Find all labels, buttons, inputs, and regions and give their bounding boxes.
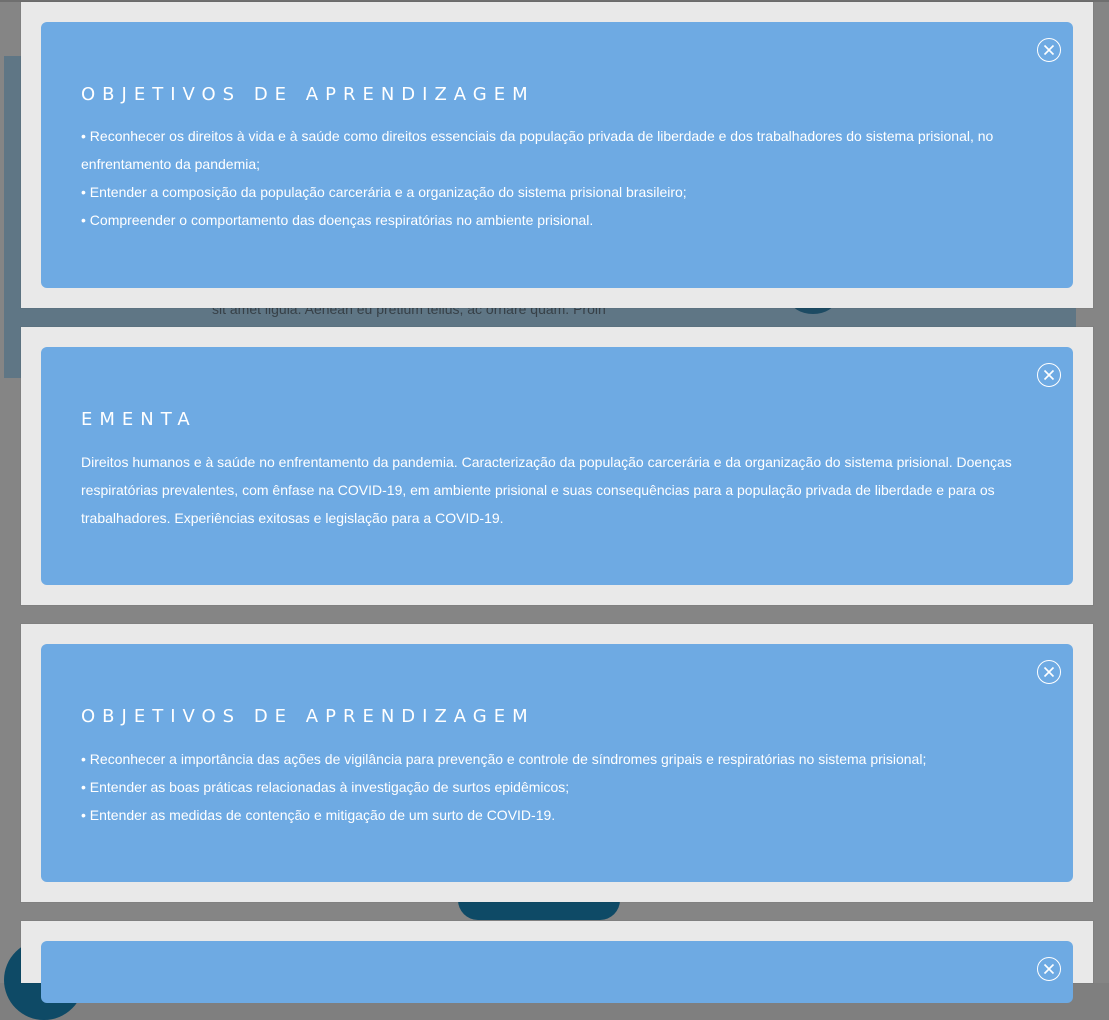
modal-panel xyxy=(41,941,1073,1003)
modal-title: OBJETIVOS DE APRENDIZAGEM xyxy=(81,84,535,105)
close-icon[interactable] xyxy=(1037,38,1061,62)
modal-title: EMENTA xyxy=(81,409,197,430)
close-icon[interactable] xyxy=(1037,660,1061,684)
objective-item: • Reconhecer a importância das ações de … xyxy=(81,751,927,767)
objective-item: • Entender as boas práticas relacionadas… xyxy=(81,779,570,795)
modal-title: OBJETIVOS DE APRENDIZAGEM xyxy=(81,706,535,727)
modal-objetivos-2: OBJETIVOS DE APRENDIZAGEM • Reconhecer a… xyxy=(21,624,1093,902)
modal-panel: EMENTA Direitos humanos e à saúde no enf… xyxy=(41,347,1073,585)
modal-panel: OBJETIVOS DE APRENDIZAGEM • Reconhecer o… xyxy=(41,22,1073,288)
modal-body: • Reconhecer a importância das ações de … xyxy=(81,745,1013,829)
close-icon[interactable] xyxy=(1037,363,1061,387)
modal-panel: OBJETIVOS DE APRENDIZAGEM • Reconhecer a… xyxy=(41,644,1073,882)
modal-body: • Reconhecer os direitos à vida e à saúd… xyxy=(81,122,1013,234)
close-icon[interactable] xyxy=(1037,957,1061,981)
modal-objetivos-1: OBJETIVOS DE APRENDIZAGEM • Reconhecer o… xyxy=(21,2,1093,308)
modal-ementa: EMENTA Direitos humanos e à saúde no enf… xyxy=(21,327,1093,605)
objective-item: • Entender as medidas de contenção e mit… xyxy=(81,807,556,823)
ementa-text: Direitos humanos e à saúde no enfrentame… xyxy=(81,454,1012,526)
modal-body: Direitos humanos e à saúde no enfrentame… xyxy=(81,448,1013,532)
objective-item: • Reconhecer os direitos à vida e à saúd… xyxy=(81,128,994,172)
objective-item: • Entender a composição da população car… xyxy=(81,184,687,200)
objective-item: • Compreender o comportamento das doença… xyxy=(81,212,594,228)
modal-partial xyxy=(21,921,1093,1003)
